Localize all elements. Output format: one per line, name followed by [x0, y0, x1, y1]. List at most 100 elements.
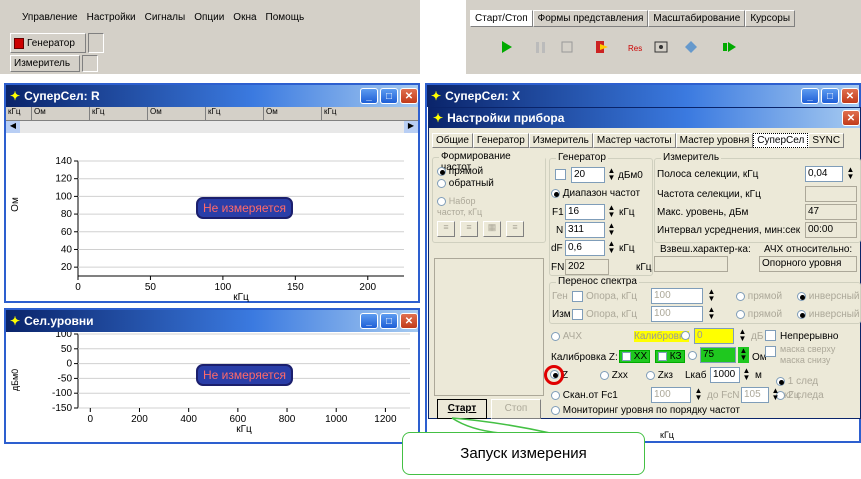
delete-freq-icon[interactable]: ≡ — [506, 221, 524, 237]
tab-meter[interactable]: Измеритель — [528, 133, 593, 148]
n-input[interactable]: 311 — [565, 222, 605, 238]
zkz-radio[interactable]: Zкз — [646, 370, 673, 381]
add-freq-icon[interactable]: ≡ — [437, 221, 455, 237]
unit-tab[interactable]: кГц — [90, 107, 148, 120]
dialog-titlebar[interactable]: ✦ Настройки прибора ✕ — [429, 108, 860, 128]
gen-level-input[interactable]: 20 — [571, 167, 605, 183]
maximize-icon[interactable]: □ — [380, 88, 398, 104]
radio-range[interactable]: Диапазон частот — [551, 188, 640, 199]
maximize-icon[interactable]: □ — [821, 88, 839, 104]
spin-icon[interactable]: ▲ ▼ — [706, 288, 717, 304]
spin-icon[interactable]: ▲ ▼ — [606, 240, 617, 256]
unit-tab[interactable]: Ом — [32, 107, 90, 120]
spin-icon[interactable]: ▲ ▼ — [845, 166, 856, 182]
menu-settings[interactable]: Настройки — [87, 12, 136, 23]
close-icon[interactable]: ✕ — [400, 313, 418, 329]
xx-button[interactable]: XX — [619, 350, 651, 363]
radio-icon[interactable] — [437, 166, 446, 176]
tab-sync[interactable]: SYNC — [808, 133, 845, 148]
scan-to-input[interactable]: 105 — [741, 387, 769, 403]
radio-icon[interactable] — [797, 291, 806, 301]
spin-icon[interactable]: ▲ ▼ — [741, 367, 752, 383]
window-titlebar[interactable]: ✦ Сел.уровни _ □ ✕ — [6, 310, 418, 332]
radio-icon[interactable] — [600, 370, 609, 380]
calib-input[interactable]: 0 — [694, 328, 734, 344]
spin-icon[interactable]: ▲ ▼ — [606, 167, 617, 183]
izm-ref-checkbox[interactable] — [572, 309, 583, 320]
spin-icon[interactable]: ▲ ▼ — [770, 387, 781, 403]
window-titlebar[interactable]: ✦ СуперСел: R _ □ ✕ — [6, 85, 418, 107]
gen-ref-checkbox[interactable] — [572, 291, 583, 302]
tab-generator[interactable]: Генератор — [472, 133, 529, 148]
spin-icon[interactable]: ▲ ▼ — [606, 204, 617, 220]
sel-band-input[interactable]: 0,04 — [805, 166, 843, 182]
radio-direct[interactable]: прямой — [437, 166, 483, 177]
gen-direct[interactable]: прямой — [736, 291, 782, 302]
minimize-icon[interactable]: _ — [801, 88, 819, 104]
menu-options[interactable]: Опции — [194, 12, 224, 23]
mask-checkbox[interactable] — [765, 346, 776, 357]
izm-direct[interactable]: прямой — [736, 309, 782, 320]
izm-inverse[interactable]: инверсный — [797, 309, 860, 320]
horizontal-scrollbar[interactable]: ◀ ▶ — [6, 121, 418, 133]
tab-scaling[interactable]: Масштабирование — [648, 10, 746, 27]
table-freq-icon[interactable]: ▦ — [483, 221, 501, 237]
tab-general[interactable]: Общие — [432, 133, 473, 148]
menu-signals[interactable]: Сигналы — [145, 12, 186, 23]
z-input[interactable]: 75 — [700, 347, 736, 363]
radio-icon[interactable] — [797, 309, 806, 319]
calib-radio[interactable] — [681, 331, 690, 340]
unit-tab[interactable]: кГц — [322, 107, 372, 120]
insert-freq-icon[interactable]: ≡ — [460, 221, 478, 237]
unit-tab[interactable]: кГц — [206, 107, 264, 120]
tab-cursors[interactable]: Курсоры — [745, 10, 796, 27]
dialog-close-icon[interactable]: ✕ — [842, 110, 860, 126]
menu-windows[interactable]: Окна — [233, 12, 256, 23]
radio-icon[interactable] — [551, 390, 560, 400]
spin-icon[interactable]: ▲ ▼ — [693, 387, 704, 403]
radio-icon[interactable] — [776, 376, 785, 386]
meter-button[interactable]: Измеритель — [10, 55, 80, 72]
radio-icon[interactable] — [736, 309, 745, 319]
window-titlebar[interactable]: ✦ СуперСел: X _ □ ✕ — [427, 85, 859, 107]
radio-icon[interactable] — [551, 331, 560, 341]
gen-ref-input[interactable]: 100 — [651, 288, 703, 304]
scan-radio[interactable]: Скан.от Fс1 — [551, 390, 618, 401]
gen-inverse[interactable]: инверсный — [797, 291, 860, 302]
kz-checkbox[interactable] — [658, 351, 667, 361]
scan-from-input[interactable]: 100 — [651, 387, 691, 403]
xx-checkbox[interactable] — [622, 351, 631, 361]
menu-help[interactable]: Помощь — [266, 12, 305, 23]
spin-icon[interactable]: ▲ ▼ — [706, 306, 717, 322]
tab-freq-master[interactable]: Мастер частоты — [592, 133, 676, 148]
spin-icon[interactable]: ▲ ▼ — [737, 328, 748, 344]
radio-icon[interactable] — [437, 178, 446, 188]
close-icon[interactable]: ✕ — [841, 88, 859, 104]
df-input[interactable]: 0,6 — [565, 240, 605, 256]
tab-supersel[interactable]: СуперСел — [753, 133, 809, 148]
radio-set-freq[interactable]: Набор частот, кГц — [437, 196, 497, 218]
maximize-icon[interactable]: □ — [380, 313, 398, 329]
freq-list[interactable] — [434, 258, 544, 396]
tab-views[interactable]: Формы представления — [532, 10, 649, 27]
unit-tab[interactable]: кГц — [6, 107, 32, 120]
radio-ach[interactable]: АЧХ — [551, 331, 582, 342]
radio-icon[interactable] — [736, 291, 745, 301]
tab-level-master[interactable]: Мастер уровня — [675, 133, 754, 148]
f1-input[interactable]: 16 — [565, 204, 605, 220]
trace1-radio[interactable]: 1 след — [776, 376, 818, 387]
lcab-input[interactable]: 1000 — [710, 367, 740, 383]
minimize-icon[interactable]: _ — [360, 313, 378, 329]
spin-icon[interactable]: ▲ ▼ — [606, 222, 617, 238]
unit-tab[interactable]: Ом — [264, 107, 322, 120]
radio-icon[interactable] — [646, 370, 655, 380]
menu-control[interactable]: Управление — [22, 12, 78, 23]
unit-tab[interactable]: Ом — [148, 107, 206, 120]
kz-button[interactable]: КЗ — [655, 350, 685, 363]
minimize-icon[interactable]: _ — [360, 88, 378, 104]
gen-level-checkbox[interactable] — [555, 169, 566, 180]
tab-start-stop[interactable]: Старт/Стоп — [470, 10, 533, 27]
generator-button[interactable]: Генератор — [10, 33, 86, 53]
zxx-radio[interactable]: Zxx — [600, 370, 628, 381]
radio-icon[interactable] — [437, 196, 446, 206]
